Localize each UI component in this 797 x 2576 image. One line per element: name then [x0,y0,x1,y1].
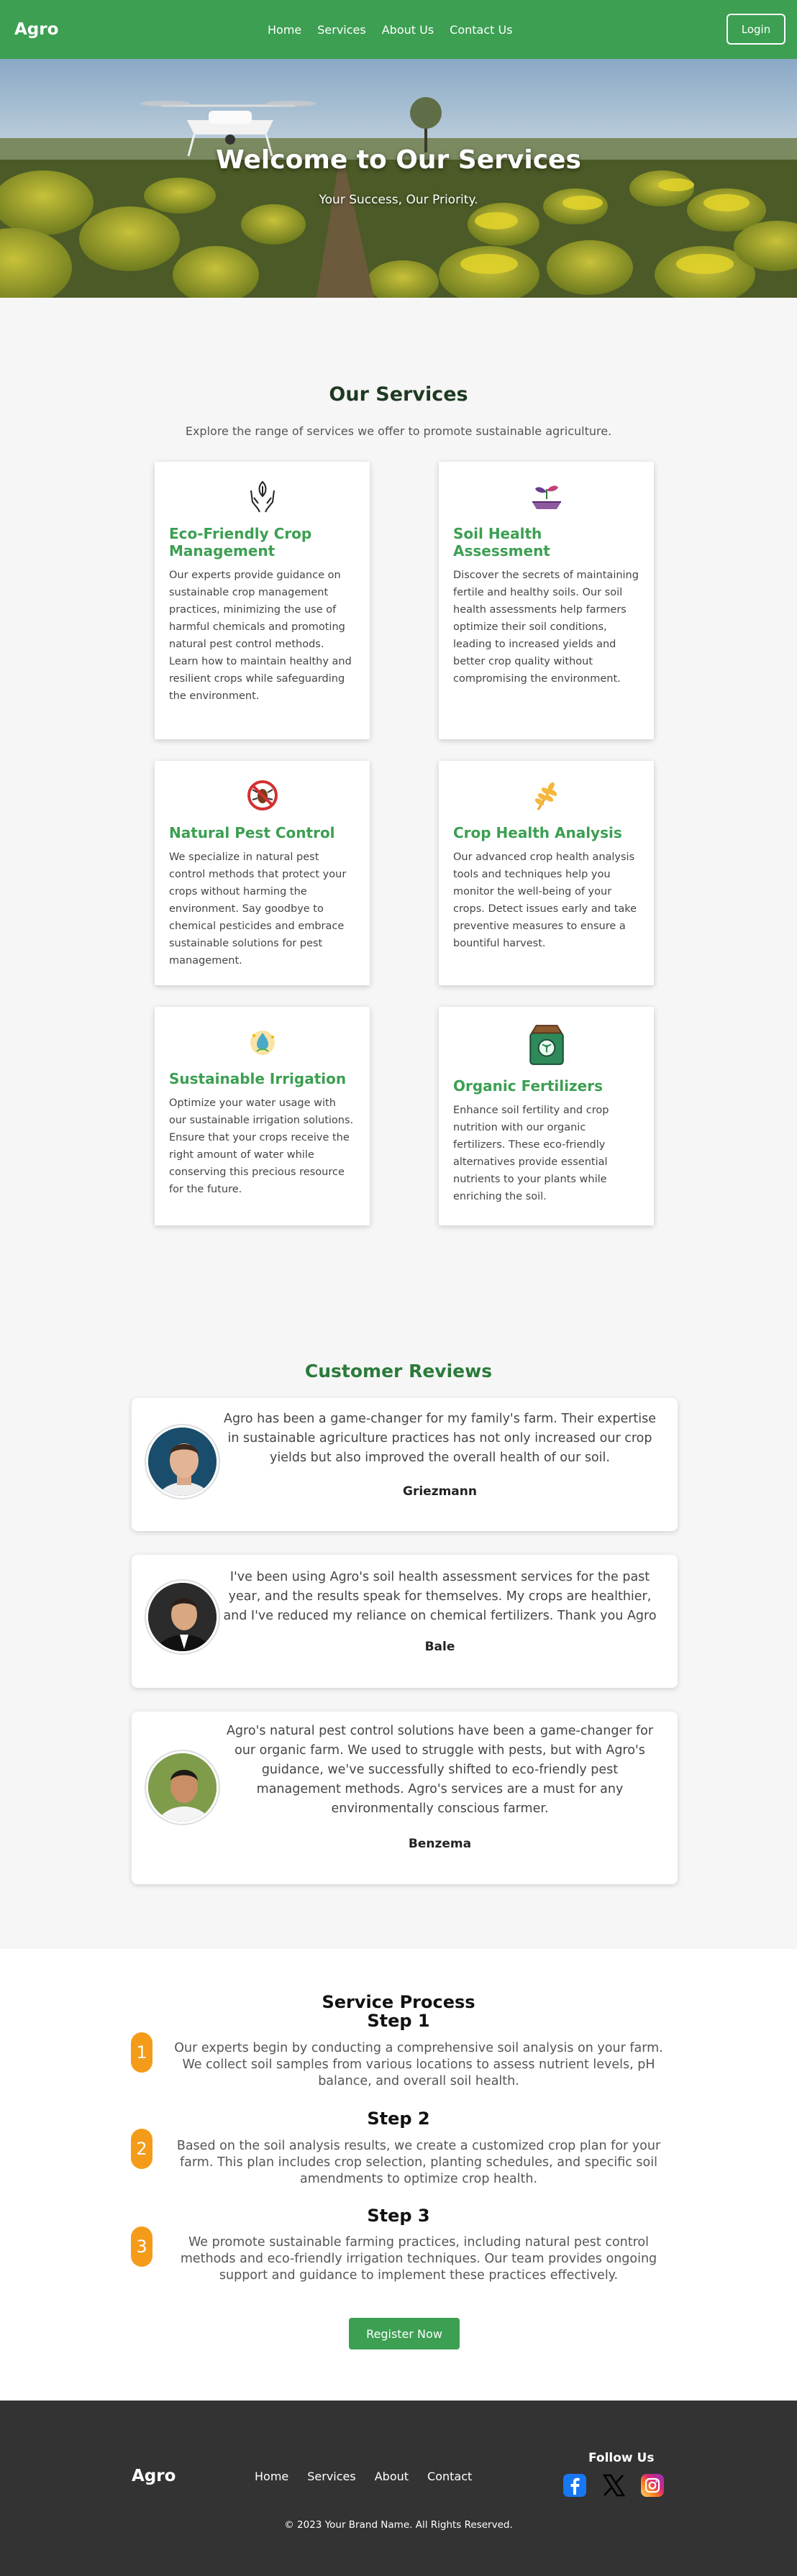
service-card-title: Organic Fertilizers [453,1077,603,1095]
login-button[interactable]: Login [727,14,785,45]
hero-title: Welcome to Our Services [216,145,581,175]
service-card-title: Soil Health Assessment [453,525,550,559]
fertilizer-bag-icon [529,1025,564,1065]
service-card-text: Enhance soil fertility and crop nutritio… [453,1105,609,1202]
service-card-text: We specialize in natural pest control me… [169,851,347,967]
copyright-text: © 2023 Your Brand Name. All Rights Reser… [284,2519,513,2531]
review-text: Agro's natural pest control solutions ha… [226,1724,654,1816]
service-card-text: Optimize your water usage with our susta… [169,1097,354,1195]
review-author: Benzema [408,1837,472,1851]
service-card-text: Our advanced crop health analysis tools … [453,851,637,949]
register-now-button[interactable]: Register Now [349,2318,460,2349]
no-pest-icon [247,780,278,810]
footer-link-home[interactable]: Home [255,2470,288,2483]
footer-links: Home Services About Contact [255,2470,491,2483]
service-card-text: Discover the secrets of maintaining fert… [453,570,639,685]
review-card: I've been using Agro's soil health asses… [132,1555,678,1688]
facebook-icon[interactable] [563,2473,587,2498]
review-card: Agro has been a game-changer for my fami… [132,1398,678,1531]
step-number: 2 [131,2129,152,2169]
nav-link-contact[interactable]: Contact Us [450,23,512,37]
review-author: Bale [424,1640,455,1654]
review-author: Griezmann [403,1484,477,1499]
nav-link-about[interactable]: About Us [382,23,434,37]
service-card-irrigation: Sustainable Irrigation Optimize your wat… [155,1007,370,1225]
step-title: Step 3 [367,2206,430,2226]
service-card-pest-control: Natural Pest Control We specialize in na… [155,761,370,985]
service-card-text: Our experts provide guidance on sustaina… [169,570,352,702]
hero-subtitle: Your Success, Our Priority. [319,193,478,207]
service-card-title: Natural Pest Control [169,824,335,841]
instagram-icon[interactable] [640,2473,665,2498]
step-text: Our experts begin by conducting a compre… [174,2041,663,2088]
step-title: Step 1 [367,2011,430,2031]
footer-link-services[interactable]: Services [307,2470,355,2483]
footer-brand[interactable]: Agro [132,2467,176,2485]
review-card: Agro's natural pest control solutions ha… [132,1712,678,1884]
hero-image [0,59,797,298]
service-card-crop-health: Crop Health Analysis Our advanced crop h… [439,761,654,985]
review-text: I've been using Agro's soil health asses… [223,1570,657,1623]
avatar [146,1581,219,1653]
process-title: Service Process [322,1992,475,2012]
footer: Agro Home Services About Contact Follow … [0,2401,797,2576]
wheat-icon [534,782,557,810]
step-text: We promote sustainable farming practices… [180,2235,657,2283]
follow-us-label: Follow Us [588,2451,655,2465]
reviews-title: Customer Reviews [304,1361,493,1381]
service-card-fertilizers: Organic Fertilizers Enhance soil fertili… [439,1007,654,1225]
services-title: Our Services [329,383,468,406]
service-card-title: Sustainable Irrigation [169,1070,347,1087]
step-number: 1 [131,2032,152,2073]
avatar [146,1751,219,1824]
service-card-soil-health: Soil Health Assessment Discover the secr… [439,462,654,739]
step-text: Based on the soil analysis results, we c… [176,2139,661,2186]
step-number: 3 [131,2226,152,2267]
step-title: Step 2 [367,2109,430,2129]
services-subtitle: Explore the range of services we offer t… [185,424,612,438]
brand-logo[interactable]: Agro [14,20,58,39]
nav-link-home[interactable]: Home [268,23,301,37]
service-card-eco-crop: Eco-Friendly Crop Management Our experts… [155,462,370,739]
nav-link-services[interactable]: Services [317,23,365,37]
x-icon[interactable] [601,2473,626,2498]
footer-link-about[interactable]: About [375,2470,409,2483]
review-text: Agro has been a game-changer for my fami… [223,1412,657,1465]
service-card-title: Eco-Friendly Crop Management [169,525,312,559]
navbar: Agro Home Services About Us Contact Us L… [0,0,797,59]
plant-soil-icon [532,485,561,509]
hero-banner: Welcome to Our Services Your Success, Ou… [0,59,797,298]
hands-leaf-icon [250,480,275,513]
nav-links: Home Services About Us Contact Us [268,0,529,59]
water-drop-icon [250,1031,275,1055]
avatar [146,1425,219,1498]
footer-link-contact[interactable]: Contact [427,2470,472,2483]
service-card-title: Crop Health Analysis [453,824,622,841]
